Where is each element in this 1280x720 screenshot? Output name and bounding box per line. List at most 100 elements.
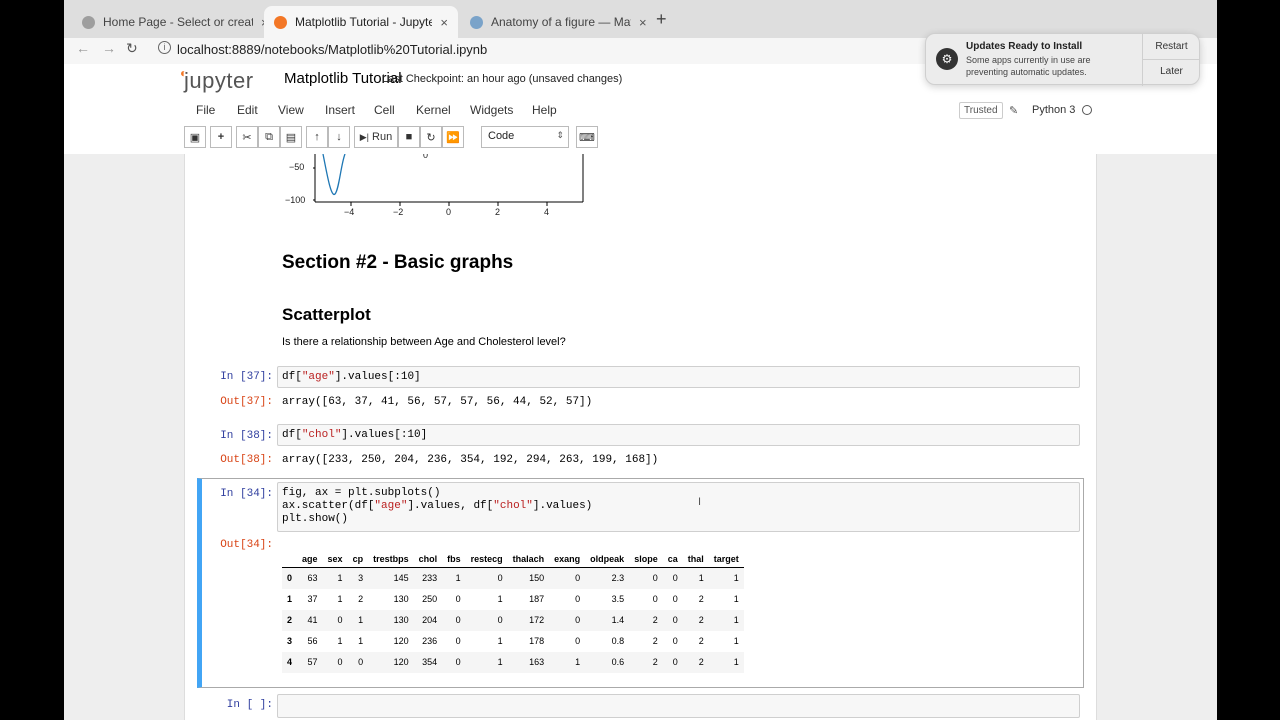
command-palette-keyboard-icon[interactable]: ⌨ — [576, 126, 598, 148]
column-header: sex — [322, 551, 348, 568]
row-index: 2 — [287, 615, 293, 625]
table-cell: 1 — [733, 657, 739, 667]
column-header: oldpeak — [585, 551, 630, 568]
matplotlib-favicon-icon — [470, 15, 483, 29]
forward-arrow-icon[interactable]: → — [102, 40, 116, 56]
table-cell: 3 — [358, 573, 364, 584]
run-button[interactable]: ▶| Run — [354, 126, 398, 148]
table-cell: 0 — [337, 615, 343, 625]
column-header: exang — [549, 551, 586, 568]
x-tick-label: −2 — [393, 207, 404, 217]
trusted-indicator[interactable]: Trusted — [959, 102, 1003, 119]
table-cell: 0 — [652, 573, 658, 584]
table-cell: 163 — [529, 657, 545, 667]
update-notification: ⚙ Updates Ready to Install Some apps cur… — [925, 33, 1200, 86]
table-cell: 1 — [733, 615, 739, 625]
subsection-heading: Scatterplot — [282, 305, 371, 324]
table-cell: 2 — [698, 657, 704, 667]
logo-text: jupyter — [184, 68, 254, 93]
table-cell: 1 — [733, 573, 739, 584]
table-cell: 0 — [497, 573, 503, 584]
output-text: array([63, 37, 41, 56, 57, 57, 56, 44, 5… — [282, 396, 593, 408]
menu-cell[interactable]: Cell — [374, 103, 395, 117]
table-cell: 0 — [497, 615, 503, 625]
table-cell: 172 — [529, 615, 545, 625]
y-tick-label: −50 — [289, 162, 305, 172]
input-prompt: In [38]: — [220, 430, 273, 442]
interrupt-stop-icon[interactable]: ■ — [398, 126, 420, 148]
menu-kernel[interactable]: Kernel — [416, 103, 451, 117]
back-arrow-icon[interactable]: ← — [76, 40, 90, 56]
menu-widgets[interactable]: Widgets — [470, 103, 513, 117]
table-cell: 56 — [307, 636, 318, 646]
kernel-idle-indicator-icon — [1082, 105, 1092, 115]
restart-button[interactable]: Restart — [1143, 41, 1200, 52]
table-cell: 354 — [422, 657, 438, 667]
paste-icon[interactable]: ▤ — [280, 126, 302, 148]
save-icon[interactable]: ▣ — [184, 126, 206, 148]
tab-matplotlib-tutorial[interactable]: Matplotlib Tutorial - Jupyter N × — [264, 6, 458, 38]
cut-scissors-icon[interactable]: ✂ — [236, 126, 258, 148]
close-tab-icon[interactable]: × — [440, 15, 448, 30]
menu-view[interactable]: View — [278, 103, 304, 117]
column-header: fbs — [442, 551, 466, 568]
table-row: 1 37 1 2 130 250 0 1 187 0 3.5 0 0 2 1 — [282, 589, 744, 610]
column-header: age — [297, 551, 323, 568]
notebook-container: −50 −100 0 −4 −2 0 2 4 Section #2 - Basi… — [184, 154, 1097, 720]
jupyter-logo[interactable]: ◐ jupyter — [180, 66, 254, 94]
menu-file[interactable]: File — [196, 103, 215, 117]
menu-insert[interactable]: Insert — [325, 103, 355, 117]
insert-cell-plus-icon[interactable]: + — [210, 126, 232, 148]
table-cell: 1 — [497, 636, 503, 646]
restart-kernel-icon[interactable]: ↻ — [420, 126, 442, 148]
table-cell: 2 — [652, 657, 658, 667]
software-update-icon: ⚙ — [936, 48, 958, 70]
new-tab-button[interactable]: + — [656, 9, 667, 30]
table-cell: 2 — [698, 615, 704, 625]
reload-icon[interactable]: ↻ — [126, 40, 138, 57]
jupyter-favicon-icon — [82, 15, 95, 29]
notification-body: Some apps currently in use are preventin… — [966, 55, 1091, 77]
restart-run-all-icon[interactable]: ⏩ — [442, 126, 464, 148]
cell-type-select[interactable]: Code ⇕ — [481, 126, 569, 148]
later-button[interactable]: Later — [1143, 66, 1200, 77]
move-down-arrow-icon[interactable]: ↓ — [328, 126, 350, 148]
table-cell: 0 — [672, 636, 678, 646]
output-prompt: Out[34]: — [220, 539, 273, 551]
table-cell: 0 — [672, 615, 678, 625]
code-input[interactable]: fig, ax = plt.subplots() ax.scatter(df["… — [277, 482, 1080, 532]
table-cell: 233 — [422, 573, 438, 584]
url-field[interactable]: localhost:8889/notebooks/Matplotlib%20Tu… — [177, 42, 487, 57]
section-heading: Section #2 - Basic graphs — [282, 252, 514, 273]
text-cursor-icon: I — [698, 496, 702, 508]
info-icon[interactable]: i — [158, 41, 171, 54]
copy-icon[interactable]: ⧉ — [258, 126, 280, 148]
table-cell: 130 — [393, 615, 409, 625]
edit-pencil-icon[interactable]: ✎ — [1009, 104, 1018, 117]
notification-title: Updates Ready to Install — [966, 41, 1083, 52]
column-header: thal — [682, 551, 709, 568]
empty-code-input[interactable] — [277, 694, 1080, 718]
tab-home-page[interactable]: Home Page - Select or create × — [72, 6, 279, 38]
menu-help[interactable]: Help — [532, 103, 557, 117]
column-header: target — [708, 551, 744, 568]
y-tick-label: −100 — [285, 195, 306, 205]
move-up-arrow-icon[interactable]: ↑ — [306, 126, 328, 148]
tab-title: Anatomy of a figure — Matplot — [491, 15, 631, 29]
column-header: thalach — [507, 551, 550, 568]
table-cell: 0 — [575, 636, 581, 646]
table-cell: 150 — [529, 573, 545, 584]
dataframe-output: age sex cp trestbps chol fbs restecg thalach exa… — [282, 551, 744, 673]
close-tab-icon[interactable]: × — [639, 15, 647, 30]
run-label: Run — [372, 131, 393, 143]
tab-anatomy-of-figure[interactable]: Anatomy of a figure — Matplot × — [460, 6, 657, 38]
table-cell: 0 — [575, 573, 581, 584]
x-tick-label: 0 — [446, 207, 452, 217]
code-input[interactable]: df["age"].values[:10] — [277, 366, 1080, 388]
menu-edit[interactable]: Edit — [237, 103, 258, 117]
table-cell: 1 — [575, 657, 581, 667]
code-input[interactable]: df["chol"].values[:10] — [277, 424, 1080, 446]
column-header: chol — [413, 551, 443, 568]
table-cell: 236 — [422, 636, 438, 646]
table-cell: 1 — [733, 636, 739, 646]
